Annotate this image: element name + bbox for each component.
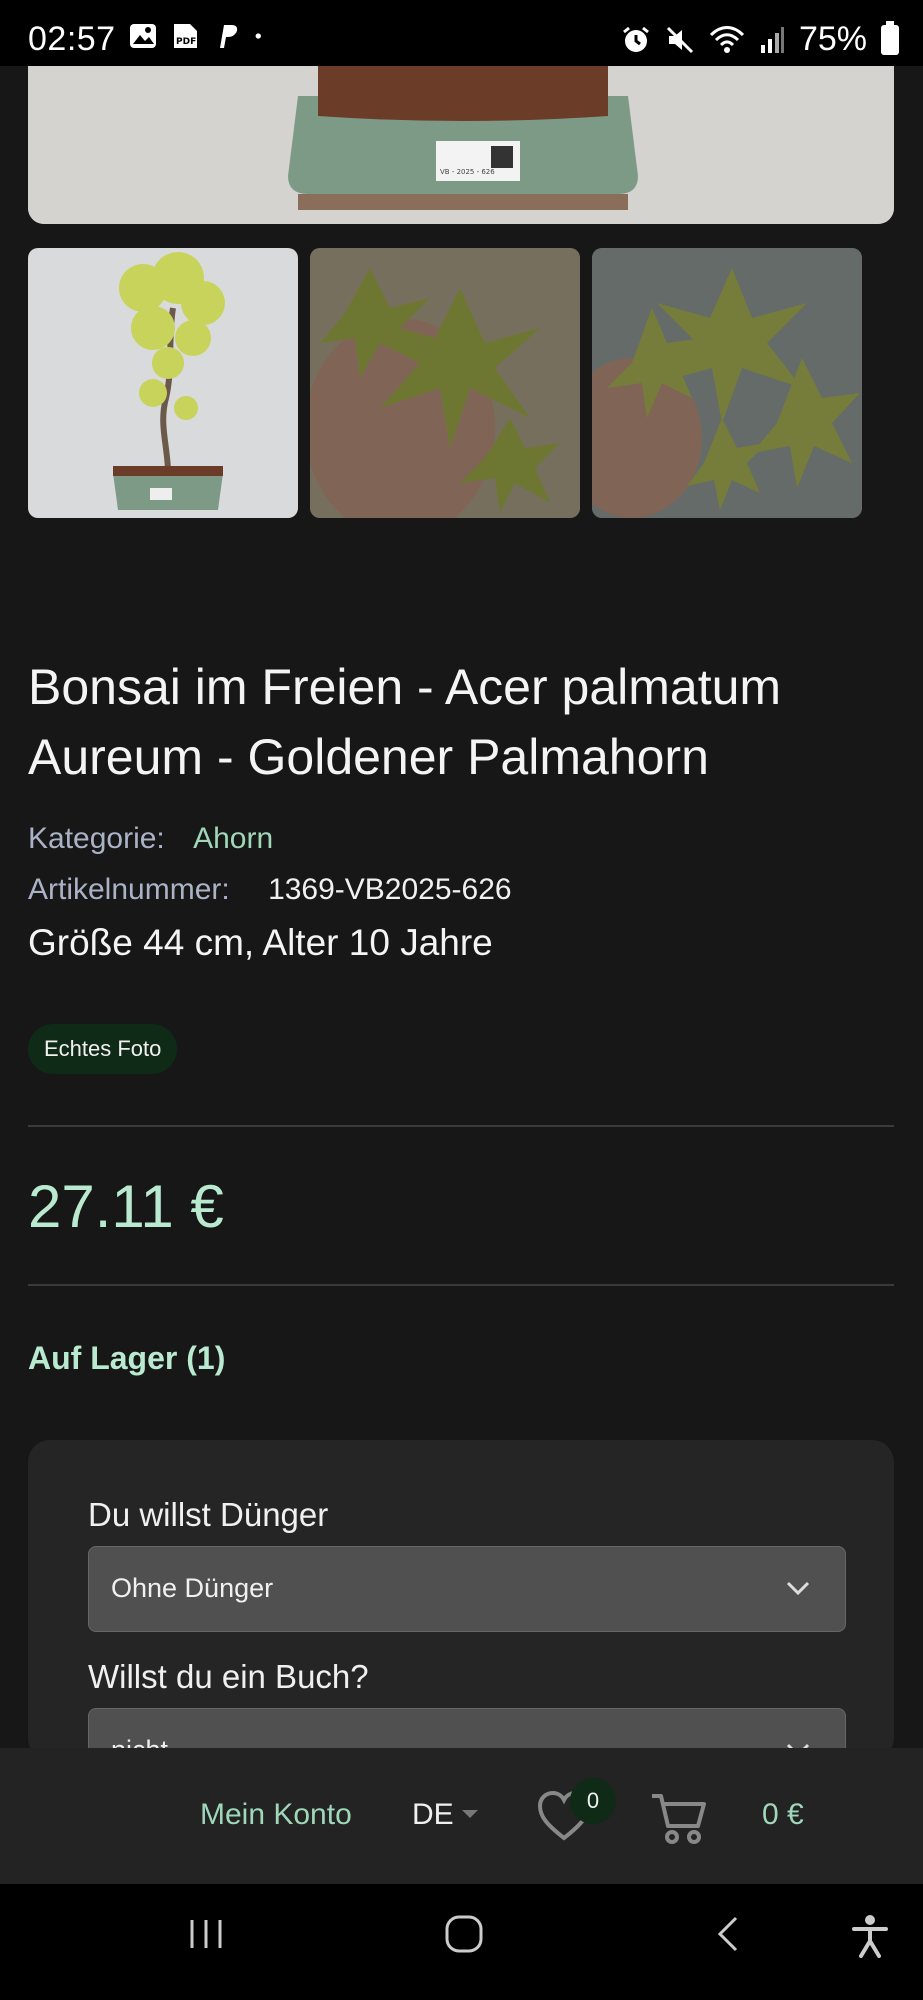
leaves-in-hand-thumbnail[interactable]	[310, 248, 580, 518]
bonsai-pot-image: VB - 2025 - 626	[28, 66, 894, 224]
language-selector[interactable]: DE	[412, 1798, 454, 1832]
wishlist-count-badge: 0	[570, 1778, 616, 1824]
real-photo-badge: Echtes Foto	[28, 1024, 178, 1074]
status-bar: 02:57 PDF 75%	[0, 0, 923, 66]
category-row: Kategorie: Ahorn	[28, 822, 273, 856]
alarm-icon	[623, 26, 649, 52]
leaves-closeup-thumbnail[interactable]	[592, 248, 862, 518]
size-age-line: Größe 44 cm, Alter 10 Jahre	[28, 922, 493, 963]
recent-apps-icon[interactable]	[186, 1914, 226, 1954]
gallery-icon	[130, 24, 156, 48]
battery-percent: 75%	[798, 20, 867, 58]
product-price: 27.11 €	[28, 1173, 224, 1240]
fertilizer-select-value: Ohne Dünger	[111, 1573, 274, 1603]
battery-icon	[881, 20, 899, 55]
category-link[interactable]: Ahorn	[193, 822, 273, 855]
main-product-image[interactable]: VB - 2025 - 626	[28, 66, 894, 224]
caret-down-icon	[462, 1810, 478, 1818]
status-time: 02:57	[28, 20, 116, 58]
paypal-icon	[220, 25, 238, 48]
my-account-link[interactable]: Mein Konto	[200, 1798, 352, 1832]
dot-icon	[255, 33, 261, 39]
status-right: 75%	[621, 20, 899, 59]
system-navigation-bar	[0, 1884, 923, 2000]
sku-label: Artikelnummer:	[28, 873, 230, 906]
product-title: Bonsai im Freien - Acer palmatum Aureum …	[28, 659, 782, 785]
svg-text:PDF: PDF	[176, 37, 196, 47]
mute-icon	[666, 26, 693, 53]
pot-label: VB - 2025 - 626	[440, 168, 495, 176]
cart-total[interactable]: 0 €	[762, 1798, 804, 1832]
signal-icon	[760, 26, 784, 53]
status-left-icons: PDF	[128, 22, 270, 50]
back-icon[interactable]	[708, 1914, 748, 1954]
sku-value: 1369-VB2025-626	[268, 873, 512, 906]
fertilizer-select[interactable]: Ohne Dünger	[88, 1546, 846, 1632]
accessibility-icon[interactable]	[850, 1914, 890, 1958]
book-label: Willst du ein Buch?	[88, 1658, 369, 1695]
home-icon[interactable]	[444, 1914, 484, 1954]
bottom-action-bar: Mein Konto DE 0 0 €	[0, 1748, 923, 1884]
sku-row: Artikelnummer: 1369-VB2025-626	[28, 873, 512, 907]
bonsai-tree-thumbnail[interactable]	[28, 248, 298, 518]
stock-status: Auf Lager (1)	[28, 1340, 226, 1376]
product-options-card: Du willst Dünger Ohne Dünger Willst du e…	[28, 1440, 894, 1760]
divider-top	[28, 1125, 894, 1127]
divider-bottom	[28, 1284, 894, 1286]
chevron-down-icon	[786, 1581, 810, 1596]
wifi-icon	[709, 25, 744, 53]
category-label: Kategorie:	[28, 822, 165, 855]
pdf-icon: PDF	[174, 24, 197, 48]
cart-icon[interactable]	[650, 1790, 708, 1846]
gallery-thumbnails	[28, 248, 862, 518]
fertilizer-label: Du willst Dünger	[88, 1496, 329, 1533]
